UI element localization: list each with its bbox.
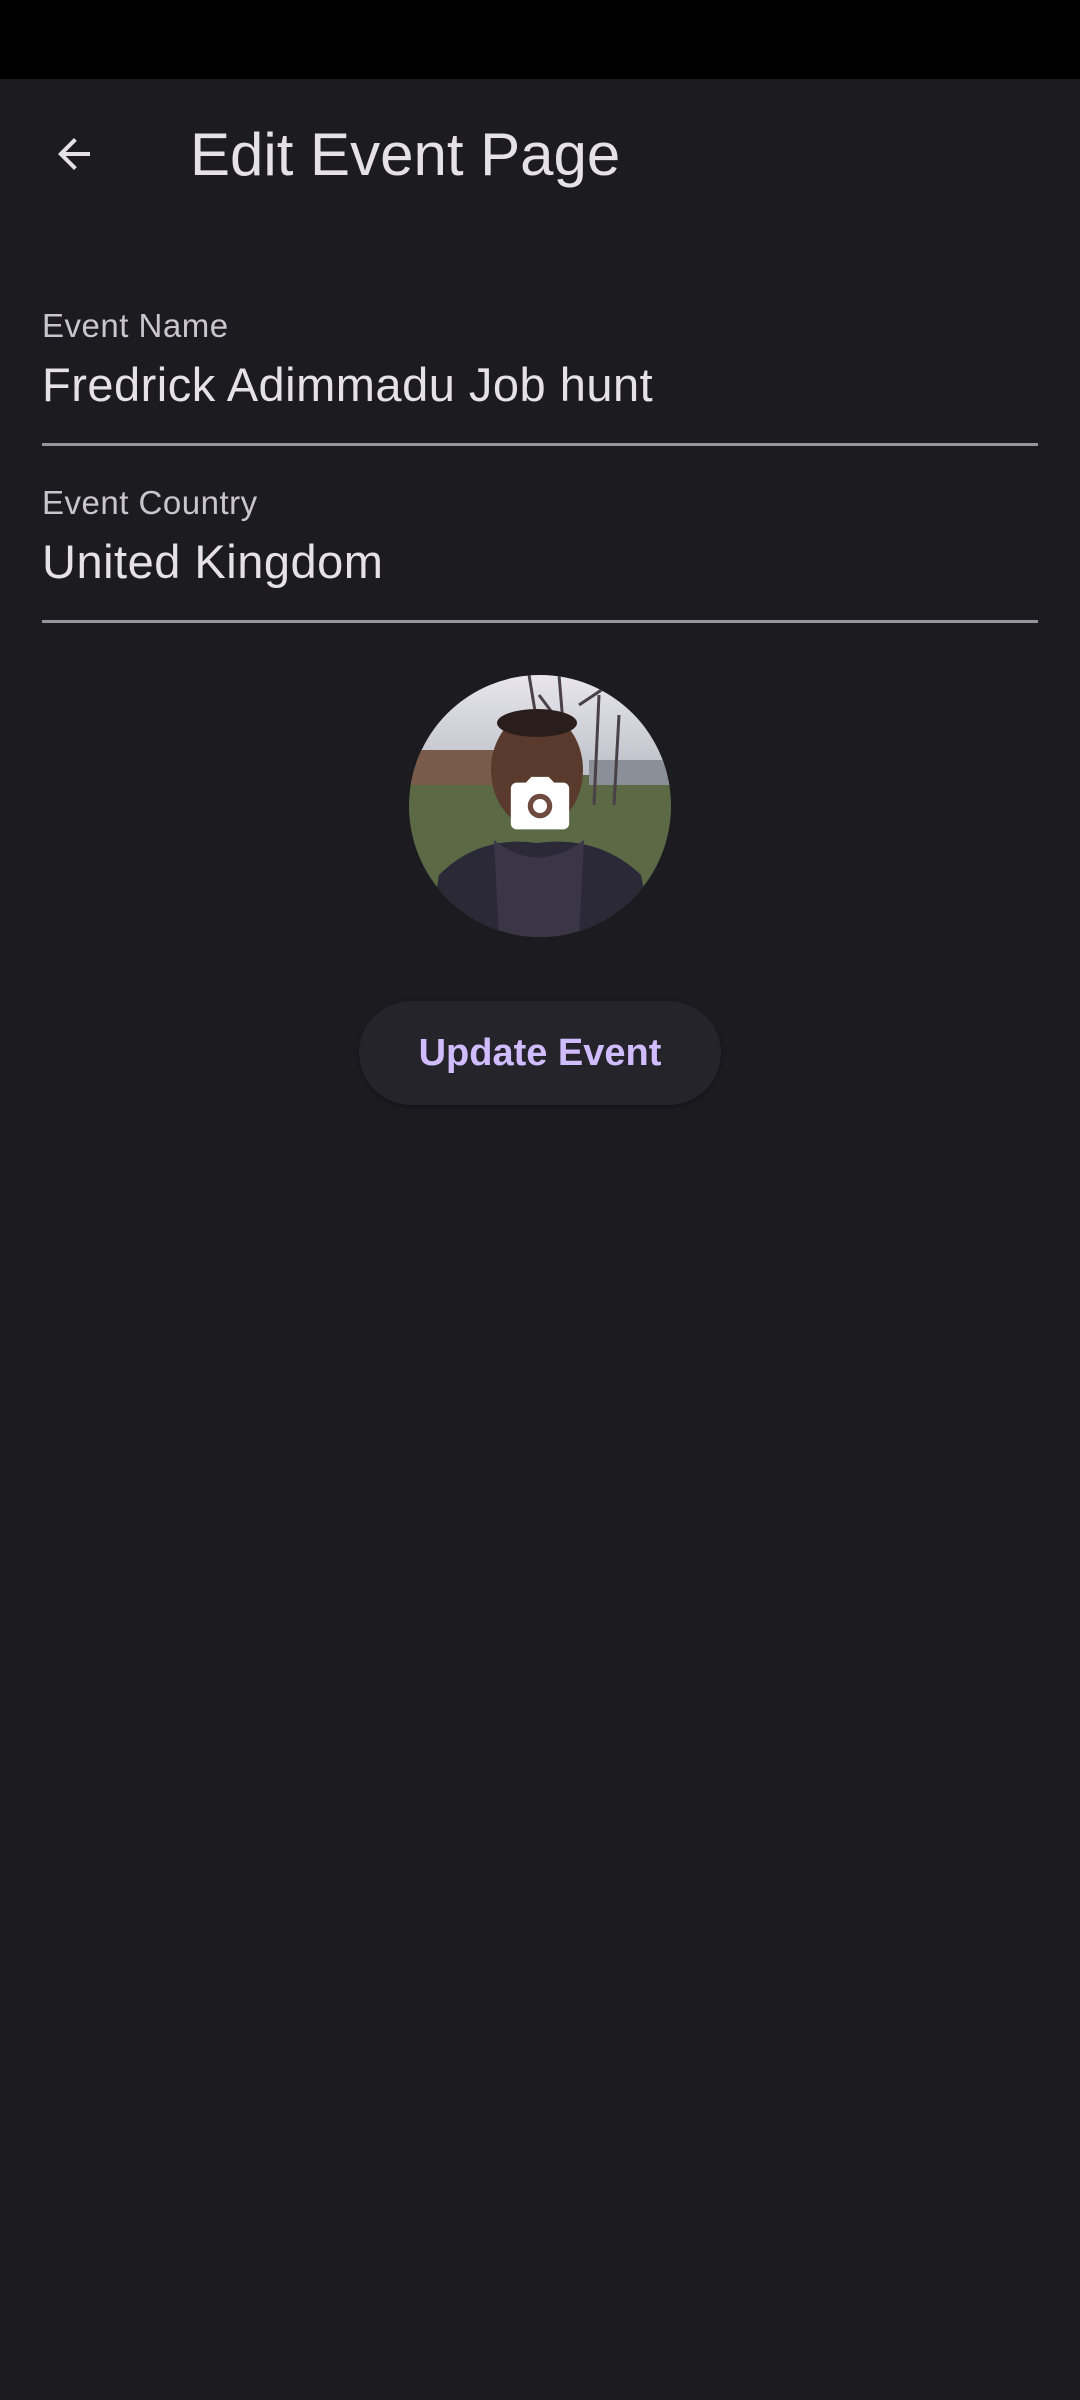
- arrow-back-icon: [58, 138, 90, 170]
- app-bar: Edit Event Page: [0, 79, 1080, 229]
- camera-icon: [510, 776, 570, 830]
- event-name-label: Event Name: [42, 307, 229, 344]
- update-event-button[interactable]: Update Event: [359, 1001, 721, 1105]
- event-image-avatar[interactable]: [409, 675, 671, 937]
- status-bar: [0, 0, 1080, 79]
- event-name-field[interactable]: Event Name: [42, 300, 1038, 446]
- page-title: Edit Event Page: [190, 121, 621, 188]
- event-country-input[interactable]: [42, 529, 1038, 593]
- event-country-field[interactable]: Event Country: [42, 477, 1038, 623]
- event-country-label: Event Country: [42, 484, 258, 521]
- event-name-input[interactable]: [42, 352, 1038, 416]
- back-button[interactable]: [26, 106, 122, 202]
